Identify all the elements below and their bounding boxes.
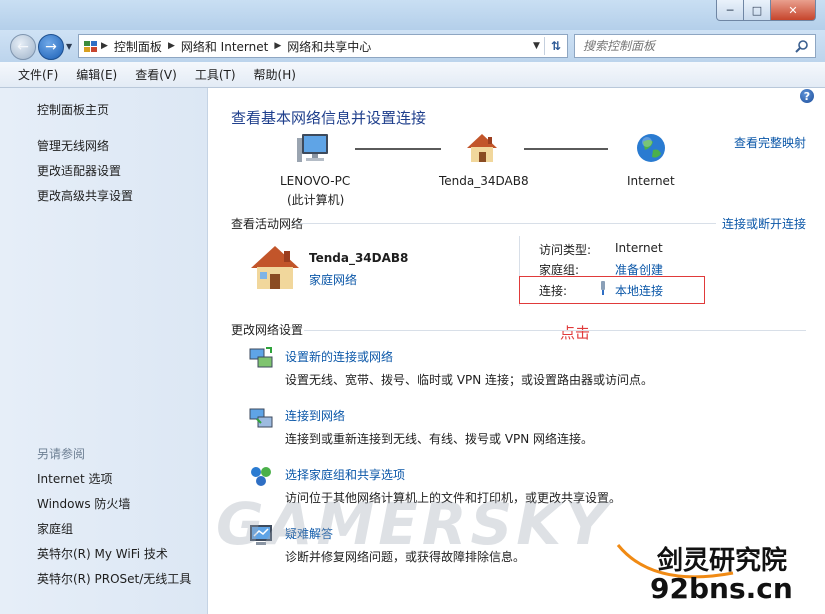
site-url-logo: 92bns.cn xyxy=(650,572,793,605)
breadcrumb-separator: ▶ xyxy=(274,41,282,51)
connect-disconnect-link[interactable]: 连接或断开连接 xyxy=(722,215,806,232)
menu-edit[interactable]: 编辑(E) xyxy=(67,66,126,83)
recent-pages-dropdown-icon[interactable]: ▼ xyxy=(66,42,72,51)
sidebar-item-advanced-sharing[interactable]: 更改高级共享设置 xyxy=(37,187,133,204)
see-also-heading: 另请参阅 xyxy=(37,447,86,461)
router-house-icon[interactable] xyxy=(465,132,499,164)
control-panel-icon xyxy=(84,41,97,52)
home-network-icon xyxy=(251,246,299,289)
menu-tools[interactable]: 工具(T) xyxy=(186,66,245,83)
setup-new-connection-link[interactable]: 设置新的连接或网络 xyxy=(285,348,393,365)
back-arrow-icon: ← xyxy=(17,39,29,55)
see-also-internet-options[interactable]: Internet 选项 xyxy=(37,470,112,487)
network-adapter-icon xyxy=(601,281,605,295)
title-bar: ─ □ ✕ xyxy=(0,0,825,30)
minimize-button[interactable]: ─ xyxy=(716,0,744,21)
computer-icon[interactable] xyxy=(296,132,332,166)
menu-file[interactable]: 文件(F) xyxy=(0,66,67,83)
gamersky-watermark: GAMERSKY xyxy=(216,490,612,558)
click-annotation: 点击 xyxy=(560,324,591,342)
change-settings-heading: 更改网络设置 xyxy=(231,323,304,337)
see-also-intel-my-wifi[interactable]: 英特尔(R) My WiFi 技术 xyxy=(37,545,168,562)
router-name: Tenda_34DAB8 xyxy=(439,174,529,188)
network-name: Tenda_34DAB8 xyxy=(309,251,409,265)
address-bar[interactable]: ▶ 控制面板 ▶ 网络和 Internet ▶ 网络和共享中心 ▼ ⇅ xyxy=(78,34,568,58)
back-button[interactable]: ← xyxy=(10,34,36,60)
connection-line xyxy=(524,148,608,150)
breadcrumb-network-sharing-center[interactable]: 网络和共享中心 xyxy=(283,38,375,55)
internet-label: Internet xyxy=(627,174,675,188)
computer-subtitle: (此计算机) xyxy=(287,193,345,207)
access-type-value: Internet xyxy=(615,241,663,255)
homegroup-sharing-link[interactable]: 选择家庭组和共享选项 xyxy=(285,466,405,483)
access-type-label: 访问类型: xyxy=(539,243,592,257)
sidebar-item-adapter-settings[interactable]: 更改适配器设置 xyxy=(37,162,121,179)
network-type-link[interactable]: 家庭网络 xyxy=(309,271,357,288)
maximize-button[interactable]: □ xyxy=(743,0,771,21)
menu-help[interactable]: 帮助(H) xyxy=(245,66,305,83)
breadcrumb-separator: ▶ xyxy=(101,41,108,51)
breadcrumb-network-internet[interactable]: 网络和 Internet xyxy=(177,38,272,55)
connection-line xyxy=(355,148,441,150)
sidebar: 控制面板主页 管理无线网络 更改适配器设置 更改高级共享设置 另请参阅 Inte… xyxy=(0,88,208,614)
local-connection-link[interactable]: 本地连接 xyxy=(615,282,663,299)
connect-to-network-icon xyxy=(249,408,273,428)
see-also-intel-proset[interactable]: 英特尔(R) PROSet/无线工具 xyxy=(37,570,191,587)
search-input[interactable] xyxy=(581,38,795,54)
help-icon[interactable]: ? xyxy=(800,89,814,103)
homegroup-sharing-icon xyxy=(251,467,271,486)
computer-name: LENOVO-PC xyxy=(280,174,351,188)
sidebar-item-manage-wireless[interactable]: 管理无线网络 xyxy=(37,137,109,154)
sidebar-control-panel-home[interactable]: 控制面板主页 xyxy=(37,101,109,118)
forward-button[interactable]: → xyxy=(38,34,64,60)
connection-label: 连接: xyxy=(539,284,568,298)
active-networks-heading: 查看活动网络 xyxy=(231,217,304,231)
forward-arrow-icon: → xyxy=(45,39,57,55)
internet-globe-icon[interactable] xyxy=(635,132,667,164)
view-full-map-link[interactable]: 查看完整映射 xyxy=(734,134,806,151)
see-also-homegroup[interactable]: 家庭组 xyxy=(37,520,73,537)
breadcrumb-separator: ▶ xyxy=(167,41,175,51)
new-connection-icon xyxy=(249,347,273,368)
main-content: ? 查看基本网络信息并设置连接 查看完整映射 LENOVO-PC (此计算机) … xyxy=(208,88,825,614)
connect-to-network-desc: 连接到或重新连接到无线、有线、拨号或 VPN 网络连接。 xyxy=(285,432,594,446)
see-also-windows-firewall[interactable]: Windows 防火墙 xyxy=(37,495,130,512)
refresh-icon[interactable]: ⇅ xyxy=(545,39,567,53)
menu-view[interactable]: 查看(V) xyxy=(126,66,186,83)
navigation-bar: ← → ▼ ▶ 控制面板 ▶ 网络和 Internet ▶ 网络和共享中心 ▼ … xyxy=(0,30,825,62)
menu-bar: 文件(F) 编辑(E) 查看(V) 工具(T) 帮助(H) xyxy=(0,62,825,88)
page-title: 查看基本网络信息并设置连接 xyxy=(231,109,427,127)
breadcrumb-control-panel[interactable]: 控制面板 xyxy=(110,38,166,55)
close-button[interactable]: ✕ xyxy=(770,0,816,21)
search-box[interactable] xyxy=(574,34,816,58)
connect-to-network-link[interactable]: 连接到网络 xyxy=(285,407,345,424)
setup-new-connection-desc: 设置无线、宽带、拨号、临时或 VPN 连接；或设置路由器或访问点。 xyxy=(285,373,654,387)
search-icon[interactable] xyxy=(795,39,809,53)
address-dropdown-icon[interactable]: ▼ xyxy=(529,41,544,51)
